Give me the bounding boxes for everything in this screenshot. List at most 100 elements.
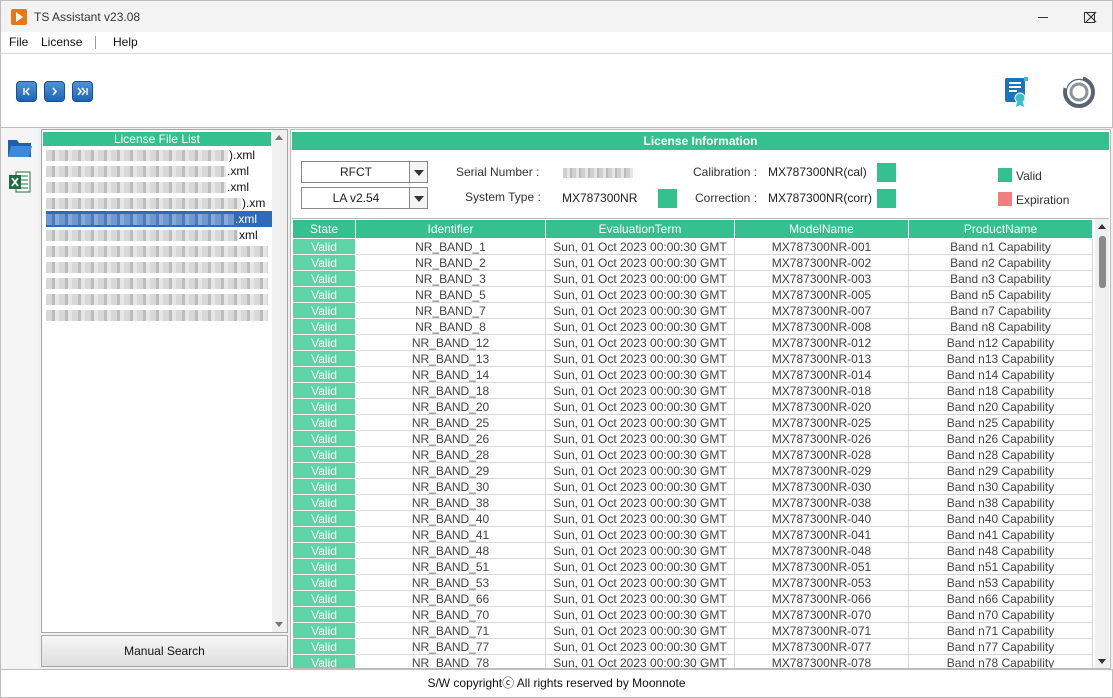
table-cell: Sun, 01 Oct 2023 00:00:30 GMT — [546, 447, 735, 463]
table-cell: Band n70 Capability — [909, 607, 1093, 623]
table-cell: NR_BAND_29 — [356, 463, 546, 479]
table-row[interactable]: Valid NR_BAND_29 Sun, 01 Oct 2023 00:00:30… — [293, 463, 1093, 479]
table-cell: MX787300NR-051 — [735, 559, 909, 575]
table-scrollbar[interactable] — [1095, 219, 1109, 668]
file-list-item[interactable] — [46, 275, 272, 291]
table-cell: Sun, 01 Oct 2023 00:00:30 GMT — [546, 639, 735, 655]
table-row[interactable]: Valid NR_BAND_71 Sun, 01 Oct 2023 00:00:30… — [293, 623, 1093, 639]
column-header[interactable]: ModelName — [735, 220, 909, 238]
file-list-scrollbar[interactable] — [272, 130, 287, 632]
table-cell: Band n71 Capability — [909, 623, 1093, 639]
table-row[interactable]: Valid NR_BAND_41 Sun, 01 Oct 2023 00:00:30… — [293, 527, 1093, 543]
table-cell: Band n78 Capability — [909, 655, 1093, 668]
file-list-item[interactable] — [46, 259, 272, 275]
file-list-item[interactable] — [46, 243, 272, 259]
file-list-item[interactable]: ).xm — [46, 195, 272, 211]
scroll-up-icon[interactable] — [1098, 224, 1106, 229]
product-combo[interactable]: RFCT — [301, 161, 428, 183]
menu-license[interactable]: License — [41, 35, 82, 49]
column-header[interactable]: ProductName — [909, 220, 1093, 238]
table-row[interactable]: Valid NR_BAND_14 Sun, 01 Oct 2023 00:00:30… — [293, 367, 1093, 383]
file-extension: xml — [239, 228, 258, 242]
table-row[interactable]: Valid NR_BAND_12 Sun, 01 Oct 2023 00:00:30… — [293, 335, 1093, 351]
table-row[interactable]: Valid NR_BAND_30 Sun, 01 Oct 2023 00:00:30… — [293, 479, 1093, 495]
table-cell: NR_BAND_28 — [356, 447, 546, 463]
menu-file[interactable]: File — [9, 35, 28, 49]
state-cell: Valid — [293, 239, 356, 255]
table-row[interactable]: Valid NR_BAND_18 Sun, 01 Oct 2023 00:00:30… — [293, 383, 1093, 399]
table-cell: Band n48 Capability — [909, 543, 1093, 559]
previous-icon — [23, 87, 30, 96]
table-row[interactable]: Valid NR_BAND_77 Sun, 01 Oct 2023 00:00:30… — [293, 639, 1093, 655]
table-cell: NR_BAND_8 — [356, 319, 546, 335]
refresh-ring-icon[interactable] — [1061, 74, 1097, 110]
table-row[interactable]: Valid NR_BAND_28 Sun, 01 Oct 2023 00:00:30… — [293, 447, 1093, 463]
table-row[interactable]: Valid NR_BAND_38 Sun, 01 Oct 2023 00:00:30… — [293, 495, 1093, 511]
table-row[interactable]: Valid NR_BAND_5 Sun, 01 Oct 2023 00:00:30 … — [293, 287, 1093, 303]
table-row[interactable]: Valid NR_BAND_70 Sun, 01 Oct 2023 00:00:30… — [293, 607, 1093, 623]
file-list-item[interactable]: ).xml — [46, 147, 272, 163]
scroll-down-icon[interactable] — [1098, 659, 1106, 664]
chevron-down-icon[interactable] — [409, 162, 427, 182]
state-cell: Valid — [293, 607, 356, 623]
table-cell: MX787300NR-053 — [735, 575, 909, 591]
version-combo[interactable]: LA v2.54 — [301, 187, 428, 209]
table-row[interactable]: Valid NR_BAND_3 Sun, 01 Oct 2023 00:00:00 … — [293, 271, 1093, 287]
table-row[interactable]: Valid NR_BAND_40 Sun, 01 Oct 2023 00:00:30… — [293, 511, 1093, 527]
redacted-filename — [46, 262, 268, 274]
chevron-down-icon[interactable] — [409, 188, 427, 208]
file-list-item[interactable]: .xml — [46, 163, 272, 179]
table-cell: Sun, 01 Oct 2023 00:00:30 GMT — [546, 335, 735, 351]
table-row[interactable]: Valid NR_BAND_51 Sun, 01 Oct 2023 00:00:30… — [293, 559, 1093, 575]
nav-first-button[interactable] — [16, 81, 37, 102]
table-row[interactable]: Valid NR_BAND_25 Sun, 01 Oct 2023 00:00:30… — [293, 415, 1093, 431]
table-row[interactable]: Valid NR_BAND_48 Sun, 01 Oct 2023 00:00:30… — [293, 543, 1093, 559]
close-button[interactable] — [1068, 1, 1113, 33]
file-list-item[interactable]: .xml — [46, 211, 272, 227]
nav-next-button[interactable] — [44, 81, 65, 102]
column-header[interactable]: EvaluationTerm — [546, 220, 735, 238]
file-list-item[interactable]: .xml — [46, 179, 272, 195]
table-cell: Band n2 Capability — [909, 255, 1093, 271]
certificate-icon[interactable] — [1002, 76, 1030, 108]
state-cell: Valid — [293, 319, 356, 335]
file-list-item[interactable]: xml — [46, 227, 272, 243]
table-cell: MX787300NR-041 — [735, 527, 909, 543]
redacted-filename — [46, 214, 234, 226]
table-cell: Band n12 Capability — [909, 335, 1093, 351]
table-row[interactable]: Valid NR_BAND_8 Sun, 01 Oct 2023 00:00:30 … — [293, 319, 1093, 335]
column-header[interactable]: State — [293, 220, 356, 238]
minimize-button[interactable] — [1020, 1, 1066, 33]
table-row[interactable]: Valid NR_BAND_7 Sun, 01 Oct 2023 00:00:30 … — [293, 303, 1093, 319]
table-row[interactable]: Valid NR_BAND_13 Sun, 01 Oct 2023 00:00:30… — [293, 351, 1093, 367]
scroll-down-icon[interactable] — [275, 622, 283, 627]
nav-last-button[interactable] — [72, 81, 93, 102]
table-row[interactable]: Valid NR_BAND_78 Sun, 01 Oct 2023 00:00:30… — [293, 655, 1093, 668]
table-row[interactable]: Valid NR_BAND_26 Sun, 01 Oct 2023 00:00:30… — [293, 431, 1093, 447]
table-row[interactable]: Valid NR_BAND_20 Sun, 01 Oct 2023 00:00:30… — [293, 399, 1093, 415]
scroll-up-icon[interactable] — [275, 135, 283, 140]
calibration-value: MX787300NR(cal) — [768, 165, 867, 179]
table-cell: NR_BAND_1 — [356, 239, 546, 255]
table-cell: Sun, 01 Oct 2023 00:00:30 GMT — [546, 527, 735, 543]
table-cell: MX787300NR-029 — [735, 463, 909, 479]
license-file-list-panel: License File List ).xml .xml .xml).xm .xml x… — [41, 129, 288, 633]
table-row[interactable]: Valid NR_BAND_53 Sun, 01 Oct 2023 00:00:30… — [293, 575, 1093, 591]
license-information-title: License Information — [292, 132, 1109, 150]
table-row[interactable]: Valid NR_BAND_2 Sun, 01 Oct 2023 00:00:30 … — [293, 255, 1093, 271]
table-cell: MX787300NR-070 — [735, 607, 909, 623]
manual-search-button[interactable]: Manual Search — [41, 635, 288, 667]
file-list-item[interactable] — [46, 307, 272, 323]
state-cell: Valid — [293, 655, 356, 668]
excel-icon[interactable] — [7, 170, 33, 194]
file-extension: .xml — [235, 212, 257, 226]
file-list-item[interactable] — [46, 291, 272, 307]
scroll-thumb[interactable] — [1099, 236, 1106, 288]
table-cell: NR_BAND_51 — [356, 559, 546, 575]
open-folder-icon[interactable] — [7, 136, 33, 160]
menu-help[interactable]: Help — [113, 35, 138, 49]
file-extension: .xml — [227, 180, 249, 194]
column-header[interactable]: Identifier — [356, 220, 546, 238]
table-row[interactable]: Valid NR_BAND_66 Sun, 01 Oct 2023 00:00:30… — [293, 591, 1093, 607]
table-row[interactable]: Valid NR_BAND_1 Sun, 01 Oct 2023 00:00:30 … — [293, 239, 1093, 255]
